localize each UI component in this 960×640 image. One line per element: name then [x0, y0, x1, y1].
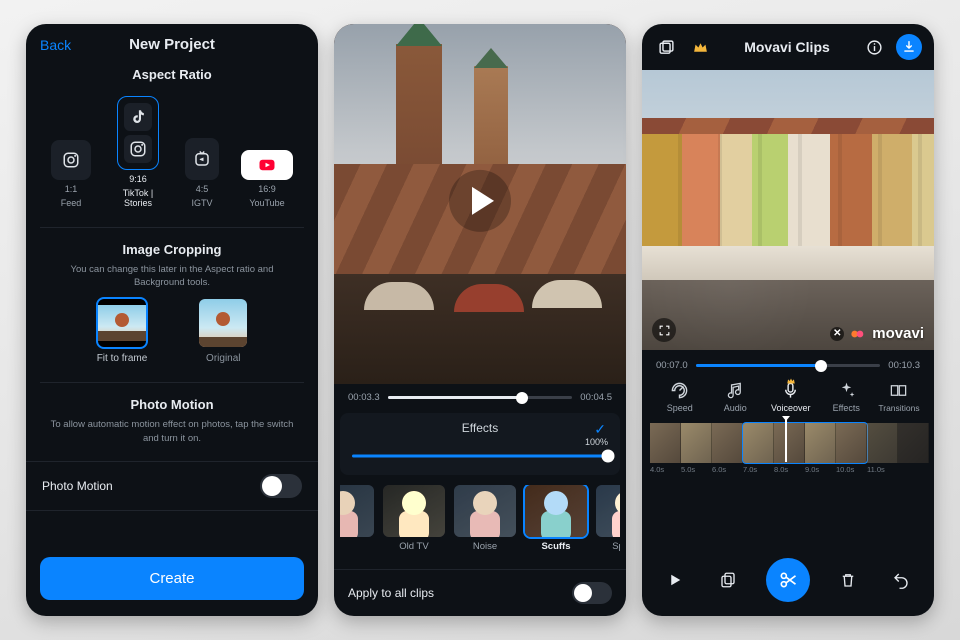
speed-icon: [670, 381, 689, 400]
crown-icon: [786, 376, 796, 386]
current-time: 00:03.3: [348, 392, 380, 403]
youtube-icon: [258, 156, 276, 174]
photo-motion-help: To allow automatic motion effect on phot…: [26, 418, 318, 445]
info-icon: [866, 39, 883, 56]
video-preview[interactable]: ✕ movavi: [642, 70, 934, 350]
premium-button[interactable]: [688, 35, 712, 59]
trash-icon: [839, 571, 857, 589]
selected-clip[interactable]: [743, 423, 867, 463]
effect-intensity-value: 100%: [585, 437, 608, 447]
stack-icon: [658, 39, 675, 56]
effects-list: Old TV Noise Scuffs Sparks: [340, 485, 620, 552]
download-icon: [902, 40, 916, 54]
play-icon: [666, 571, 684, 589]
screen-new-project: Back New Project Aspect Ratio 1:1 Feed 9…: [26, 24, 318, 616]
photo-motion-label: Photo Motion: [42, 479, 113, 493]
apply-all-row: Apply to all clips: [334, 569, 626, 616]
back-button[interactable]: Back: [40, 37, 71, 53]
progress-track[interactable]: [388, 396, 573, 399]
aspect-ratio-feed[interactable]: 1:1 Feed: [51, 140, 91, 208]
crop-original[interactable]: Original: [199, 299, 247, 364]
aspect-ratio-heading: Aspect Ratio: [26, 67, 318, 82]
header: Back New Project: [26, 24, 318, 61]
app-title: Movavi Clips: [722, 39, 852, 55]
expand-icon: [658, 324, 671, 337]
split-button[interactable]: [766, 558, 810, 602]
effect-scuffs[interactable]: Scuffs: [525, 485, 587, 552]
page-title: New Project: [129, 36, 215, 53]
image-cropping-help: You can change this later in the Aspect …: [26, 263, 318, 290]
scrubber: 00:07.0 00:10.3: [642, 350, 934, 375]
photo-motion-row: Photo Motion: [26, 461, 318, 511]
play-button[interactable]: [660, 565, 690, 595]
playhead[interactable]: [785, 419, 787, 462]
effect-sparks[interactable]: Sparks: [596, 485, 620, 552]
aspect-ratio-options: 1:1 Feed 9:16 TikTok | Stories 4:5 IGTV …: [26, 96, 318, 209]
screen-editor: Movavi Clips ✕ movavi 00:07.0 00:10.3 Sp…: [642, 24, 934, 616]
progress-track[interactable]: [696, 364, 881, 367]
top-bar: Movavi Clips: [642, 24, 934, 70]
copy-icon: [719, 571, 737, 589]
create-button[interactable]: Create: [40, 557, 304, 600]
effect-old-tv[interactable]: Old TV: [383, 485, 445, 552]
tiktok-icon: [129, 108, 147, 126]
watermark-text: movavi: [872, 325, 924, 342]
duplicate-button[interactable]: [713, 565, 743, 595]
effect-noise[interactable]: Noise: [454, 485, 516, 552]
sparkle-icon: [837, 381, 856, 400]
music-icon: [726, 381, 745, 400]
watermark: ✕ movavi: [830, 325, 924, 342]
image-cropping-options: Fit to frame Original: [26, 299, 318, 364]
tool-audio[interactable]: Audio: [710, 381, 762, 413]
tool-voiceover[interactable]: Voiceover: [765, 381, 817, 413]
effect-intensity-slider[interactable]: 100%: [352, 449, 608, 463]
timeline[interactable]: 4.0s5.0s6.0s7.0s8.0s9.0s10.0s11.0s: [642, 417, 934, 476]
play-button[interactable]: [449, 170, 511, 232]
effect-item[interactable]: [340, 485, 374, 552]
movavi-logo-icon: [850, 326, 866, 342]
instagram-icon: [62, 151, 80, 169]
undo-icon: [892, 571, 910, 589]
remove-watermark-button[interactable]: ✕: [830, 327, 844, 341]
export-button[interactable]: [896, 34, 922, 60]
aspect-ratio-tiktok-stories[interactable]: 9:16 TikTok | Stories: [113, 96, 163, 209]
tool-speed[interactable]: Speed: [654, 381, 706, 413]
time-ruler: 4.0s5.0s6.0s7.0s8.0s9.0s10.0s11.0s: [642, 463, 934, 474]
bottom-toolbar: [642, 548, 934, 616]
crop-thumb: [199, 299, 247, 347]
aspect-ratio-igtv[interactable]: 4:5 IGTV: [185, 138, 219, 208]
crop-thumb: [98, 299, 146, 347]
crop-fit-to-frame[interactable]: Fit to frame: [97, 299, 148, 364]
image-cropping-heading: Image Cropping: [26, 242, 318, 257]
fullscreen-button[interactable]: [652, 318, 676, 342]
apply-all-label: Apply to all clips: [348, 586, 434, 600]
igtv-icon: [193, 150, 211, 168]
scrubber: 00:03.3 00:04.5: [334, 384, 626, 407]
effects-panel: Effects ✓ 100%: [340, 413, 620, 475]
confirm-effects-button[interactable]: ✓: [594, 421, 606, 438]
instagram-icon: [129, 140, 147, 158]
transition-icon: [889, 381, 908, 400]
info-button[interactable]: [862, 35, 886, 59]
crown-icon: [692, 39, 709, 56]
delete-button[interactable]: [833, 565, 863, 595]
tool-transitions[interactable]: Transitions: [876, 381, 922, 413]
current-time: 00:07.0: [656, 360, 688, 371]
total-time: 00:04.5: [580, 392, 612, 403]
tool-effects[interactable]: Effects: [821, 381, 873, 413]
tool-strip: Speed Audio Voiceover Effects Transition…: [642, 375, 934, 417]
total-time: 00:10.3: [888, 360, 920, 371]
scissors-icon: [778, 570, 798, 590]
apply-all-toggle[interactable]: [572, 582, 612, 604]
photo-motion-toggle[interactable]: [260, 474, 302, 498]
photo-motion-heading: Photo Motion: [26, 397, 318, 412]
projects-button[interactable]: [654, 35, 678, 59]
screen-effects: 00:03.3 00:04.5 Effects ✓ 100% Old TV No…: [334, 24, 626, 616]
video-preview[interactable]: [334, 24, 626, 384]
undo-button[interactable]: [886, 565, 916, 595]
effects-heading: Effects: [462, 421, 498, 435]
aspect-ratio-youtube[interactable]: 16:9 YouTube: [241, 150, 293, 208]
